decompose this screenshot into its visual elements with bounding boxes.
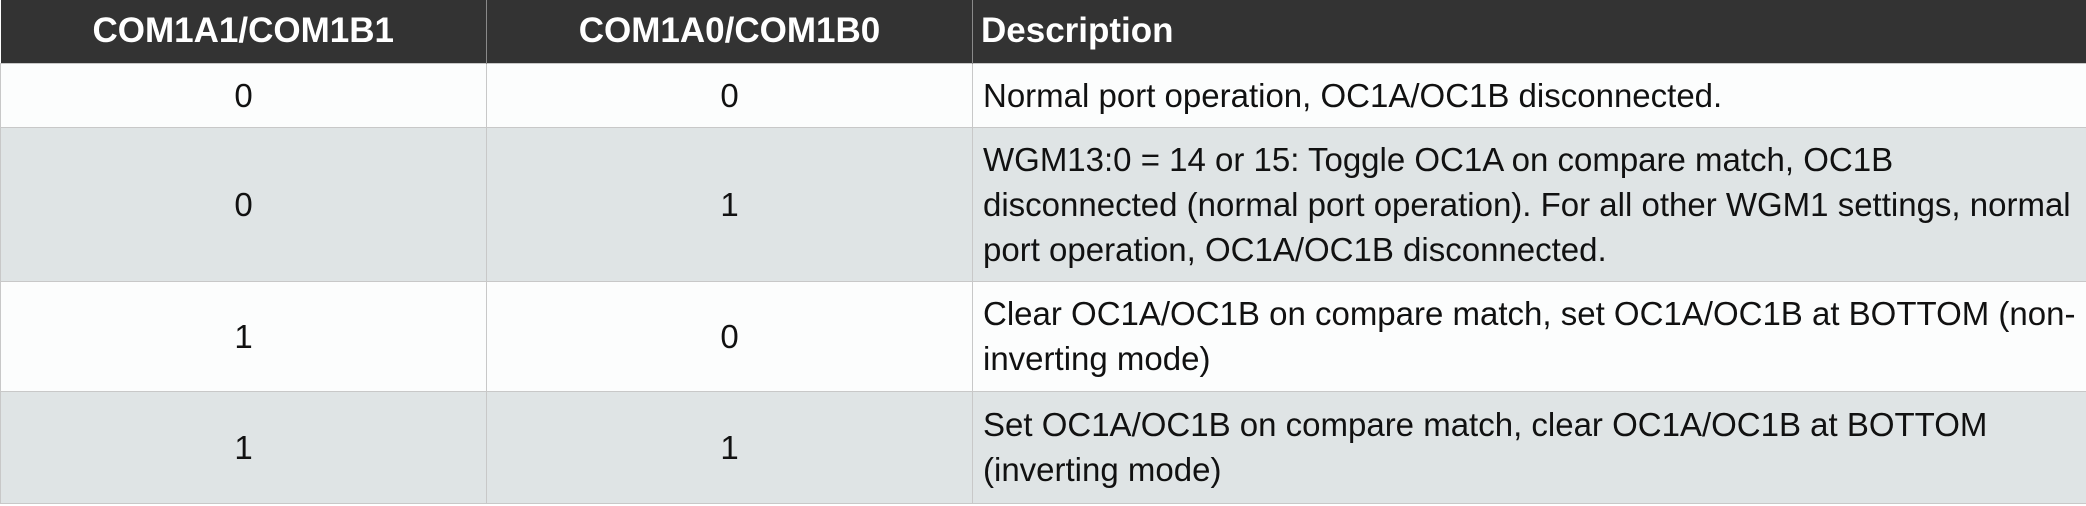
cell-com0: 1 xyxy=(486,390,973,504)
table-row: 1 1 Set OC1A/OC1B on compare match, clea… xyxy=(0,390,2086,504)
header-row: COM1A1/COM1B1 COM1A0/COM1B0 Description xyxy=(0,0,2086,63)
table-header: COM1A1/COM1B1 COM1A0/COM1B0 Description xyxy=(0,0,2086,63)
cell-com0: 0 xyxy=(486,62,973,128)
header-com1a1-com1b1: COM1A1/COM1B1 xyxy=(0,0,487,63)
cell-com1: 1 xyxy=(0,390,487,504)
cell-com1: 0 xyxy=(0,126,487,282)
compare-output-mode-table: COM1A1/COM1B1 COM1A0/COM1B0 Description … xyxy=(0,0,2086,504)
cell-com0: 1 xyxy=(486,126,973,282)
table-body: 0 0 Normal port operation, OC1A/OC1B dis… xyxy=(0,62,2086,504)
cell-description: Clear OC1A/OC1B on compare match, set OC… xyxy=(972,280,2086,392)
header-description: Description xyxy=(972,0,2086,63)
table-row: 0 1 WGM13:0 = 14 or 15: Toggle OC1A on c… xyxy=(0,126,2086,282)
table-row: 0 0 Normal port operation, OC1A/OC1B dis… xyxy=(0,62,2086,128)
cell-com1: 0 xyxy=(0,62,487,128)
header-com1a0-com1b0: COM1A0/COM1B0 xyxy=(486,0,973,63)
cell-com1: 1 xyxy=(0,280,487,392)
cell-description: Set OC1A/OC1B on compare match, clear OC… xyxy=(972,390,2086,504)
cell-com0: 0 xyxy=(486,280,973,392)
table-row: 1 0 Clear OC1A/OC1B on compare match, se… xyxy=(0,280,2086,392)
cell-description: Normal port operation, OC1A/OC1B disconn… xyxy=(972,62,2086,128)
cell-description: WGM13:0 = 14 or 15: Toggle OC1A on compa… xyxy=(972,126,2086,282)
